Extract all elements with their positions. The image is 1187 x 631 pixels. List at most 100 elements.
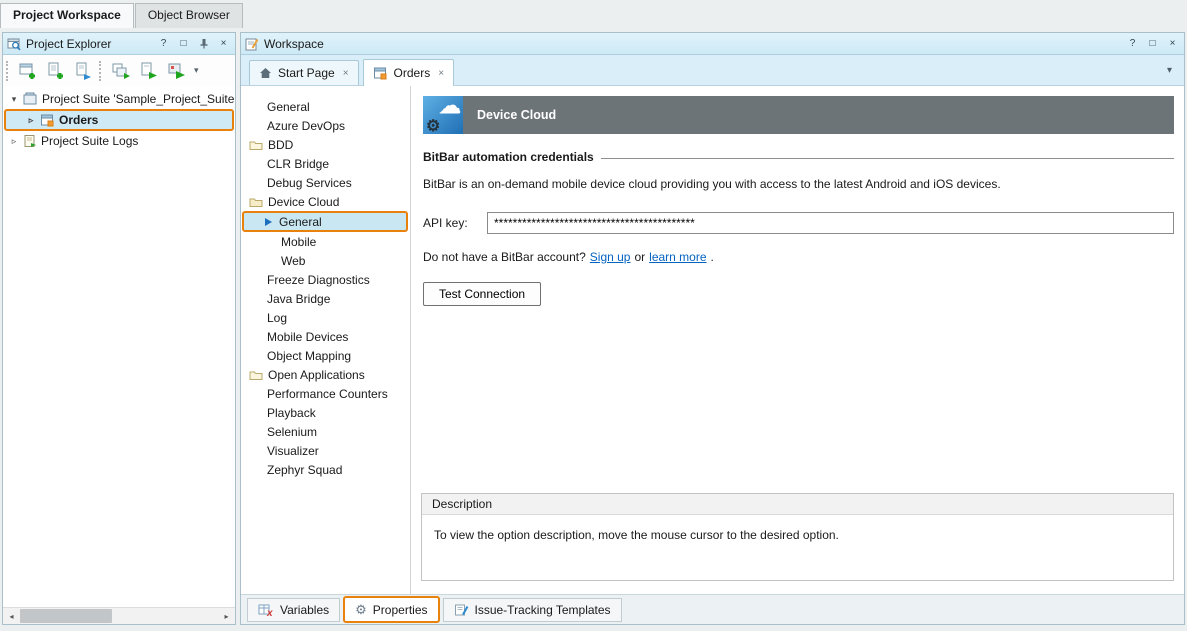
horizontal-scrollbar: ◂ ▸: [3, 607, 235, 624]
api-key-row: API key:: [423, 212, 1174, 234]
toolbar-grip[interactable]: [6, 61, 11, 81]
description-panel: Description To view the option descripti…: [421, 493, 1174, 581]
tab-properties-label: Properties: [373, 603, 428, 617]
tab-variables[interactable]: x Variables: [247, 598, 340, 622]
project-suite-logs-label: Project Suite Logs: [41, 134, 138, 148]
sign-up-link[interactable]: Sign up: [590, 250, 631, 264]
option-item-object-mapping[interactable]: Object Mapping: [241, 346, 410, 365]
variables-icon: x: [258, 603, 274, 617]
tab-orders-label: Orders: [394, 66, 431, 80]
properties-document: General Azure DevOps BDD CLR Bridge Debu…: [241, 86, 1184, 594]
new-project-suite-button[interactable]: [15, 58, 41, 83]
tree-item-project-suite-logs[interactable]: ▹ Project Suite Logs: [3, 131, 235, 151]
add-new-item-button[interactable]: [43, 58, 69, 83]
project-explorer-header: Project Explorer ? □ ×: [3, 33, 235, 55]
banner-title: Device Cloud: [477, 108, 556, 122]
option-item-performance-counters[interactable]: Performance Counters: [241, 384, 410, 403]
toolbar-dropdown-caret-icon[interactable]: ▾: [192, 65, 201, 76]
tab-properties[interactable]: ⚙ Properties: [343, 596, 439, 623]
option-item-log[interactable]: Log: [241, 308, 410, 327]
option-item-open-applications[interactable]: Open Applications: [241, 365, 410, 384]
option-item-web[interactable]: Web: [241, 251, 410, 270]
folder-open-icon: [249, 196, 263, 208]
organize-tests-button[interactable]: [108, 58, 134, 83]
tab-orders[interactable]: Orders ×: [363, 59, 455, 86]
toolbar-separator: [99, 61, 104, 81]
cloud-icon: ☁: [439, 93, 461, 119]
api-key-input[interactable]: [487, 212, 1174, 234]
maximize-icon[interactable]: □: [176, 36, 191, 51]
option-item-zephyr-squad[interactable]: Zephyr Squad: [241, 460, 410, 479]
workspace-header: Workspace ? □ ×: [241, 33, 1184, 55]
option-item-visualizer[interactable]: Visualizer: [241, 441, 410, 460]
close-icon[interactable]: ×: [216, 36, 231, 51]
scroll-track[interactable]: [20, 608, 218, 624]
issue-tracking-icon: [454, 603, 469, 617]
gear-icon: ⚙: [426, 116, 440, 136]
bottom-tab-strip: x Variables ⚙ Properties: [241, 594, 1184, 624]
project-suite-label: Project Suite 'Sample_Project_Suite' (1 …: [42, 92, 235, 106]
tab-issue-tracking-templates[interactable]: Issue-Tracking Templates: [443, 598, 622, 622]
option-item-selenium[interactable]: Selenium: [241, 422, 410, 441]
bitbar-section-header: BitBar automation credentials: [423, 150, 1174, 164]
account-prompt: Do not have a BitBar account?: [423, 250, 586, 264]
tab-start-page-label: Start Page: [278, 66, 335, 80]
description-text: To view the option description, move the…: [422, 515, 1173, 555]
expanded-icon[interactable]: ▾: [9, 94, 19, 105]
project-suite-icon: [23, 92, 38, 106]
pin-icon[interactable]: [196, 36, 211, 51]
tab-project-workspace[interactable]: Project Workspace: [0, 3, 134, 28]
testcomplete-window: Project Workspace Object Browser Project…: [0, 0, 1187, 631]
or-text: or: [634, 250, 645, 264]
section-rule: [601, 158, 1174, 159]
account-help-row: Do not have a BitBar account? Sign up or…: [423, 250, 1174, 264]
collapsed-icon[interactable]: ▹: [9, 136, 19, 147]
period-text: .: [711, 250, 714, 264]
option-item-debug-services[interactable]: Debug Services: [241, 173, 410, 192]
tree-item-orders[interactable]: ▹ Orders: [4, 109, 234, 131]
close-icon[interactable]: ×: [343, 68, 349, 79]
run-test-button[interactable]: [164, 58, 190, 83]
project-icon: [40, 113, 55, 127]
option-item-freeze-diagnostics[interactable]: Freeze Diagnostics: [241, 270, 410, 289]
option-item-playback[interactable]: Playback: [241, 403, 410, 422]
project-explorer-title: Project Explorer: [26, 37, 151, 51]
workspace-title: Workspace: [264, 37, 1120, 51]
help-icon[interactable]: ?: [156, 36, 171, 51]
maximize-icon[interactable]: □: [1145, 36, 1160, 51]
scroll-right-icon[interactable]: ▸: [218, 608, 235, 624]
option-item-clr-bridge[interactable]: CLR Bridge: [241, 154, 410, 173]
close-icon[interactable]: ×: [1165, 36, 1180, 51]
option-item-device-cloud-general[interactable]: General: [242, 211, 408, 232]
device-cloud-banner: ☁ ⚙ Device Cloud: [423, 96, 1174, 134]
option-item-mobile-devices[interactable]: Mobile Devices: [241, 327, 410, 346]
close-icon[interactable]: ×: [438, 68, 444, 79]
folder-icon: [249, 369, 263, 381]
option-item-mobile[interactable]: Mobile: [241, 232, 410, 251]
scroll-thumb[interactable]: [20, 609, 112, 623]
add-existing-item-button[interactable]: [71, 58, 97, 83]
option-item-azure-devops[interactable]: Azure DevOps: [241, 116, 410, 135]
tab-list-dropdown-icon[interactable]: ▾: [1163, 65, 1176, 76]
run-project-button[interactable]: [136, 58, 162, 83]
option-item-general[interactable]: General: [241, 97, 410, 116]
project-explorer-icon: [7, 37, 21, 51]
option-item-bdd[interactable]: BDD: [241, 135, 410, 154]
learn-more-link[interactable]: learn more: [649, 250, 706, 264]
test-connection-button[interactable]: Test Connection: [423, 282, 541, 306]
home-icon: [259, 67, 272, 79]
scroll-left-icon[interactable]: ◂: [3, 608, 20, 624]
option-item-device-cloud[interactable]: Device Cloud: [241, 192, 410, 211]
option-item-java-bridge[interactable]: Java Bridge: [241, 289, 410, 308]
collapsed-icon[interactable]: ▹: [26, 115, 36, 126]
help-icon[interactable]: ?: [1125, 36, 1140, 51]
project-explorer-panel: Project Explorer ? □ ×: [2, 32, 236, 625]
tab-start-page[interactable]: Start Page ×: [249, 60, 359, 85]
device-cloud-icon: ☁ ⚙: [423, 96, 463, 134]
project-explorer-toolbar: ▾: [3, 55, 235, 86]
project-tree: ▾ Project Suite 'Sample_Project_Suite' (…: [3, 86, 235, 607]
tree-item-project-suite[interactable]: ▾ Project Suite 'Sample_Project_Suite' (…: [3, 89, 235, 109]
tab-object-browser-label: Object Browser: [148, 8, 230, 22]
tab-object-browser[interactable]: Object Browser: [135, 3, 243, 28]
description-title: Description: [432, 497, 492, 511]
